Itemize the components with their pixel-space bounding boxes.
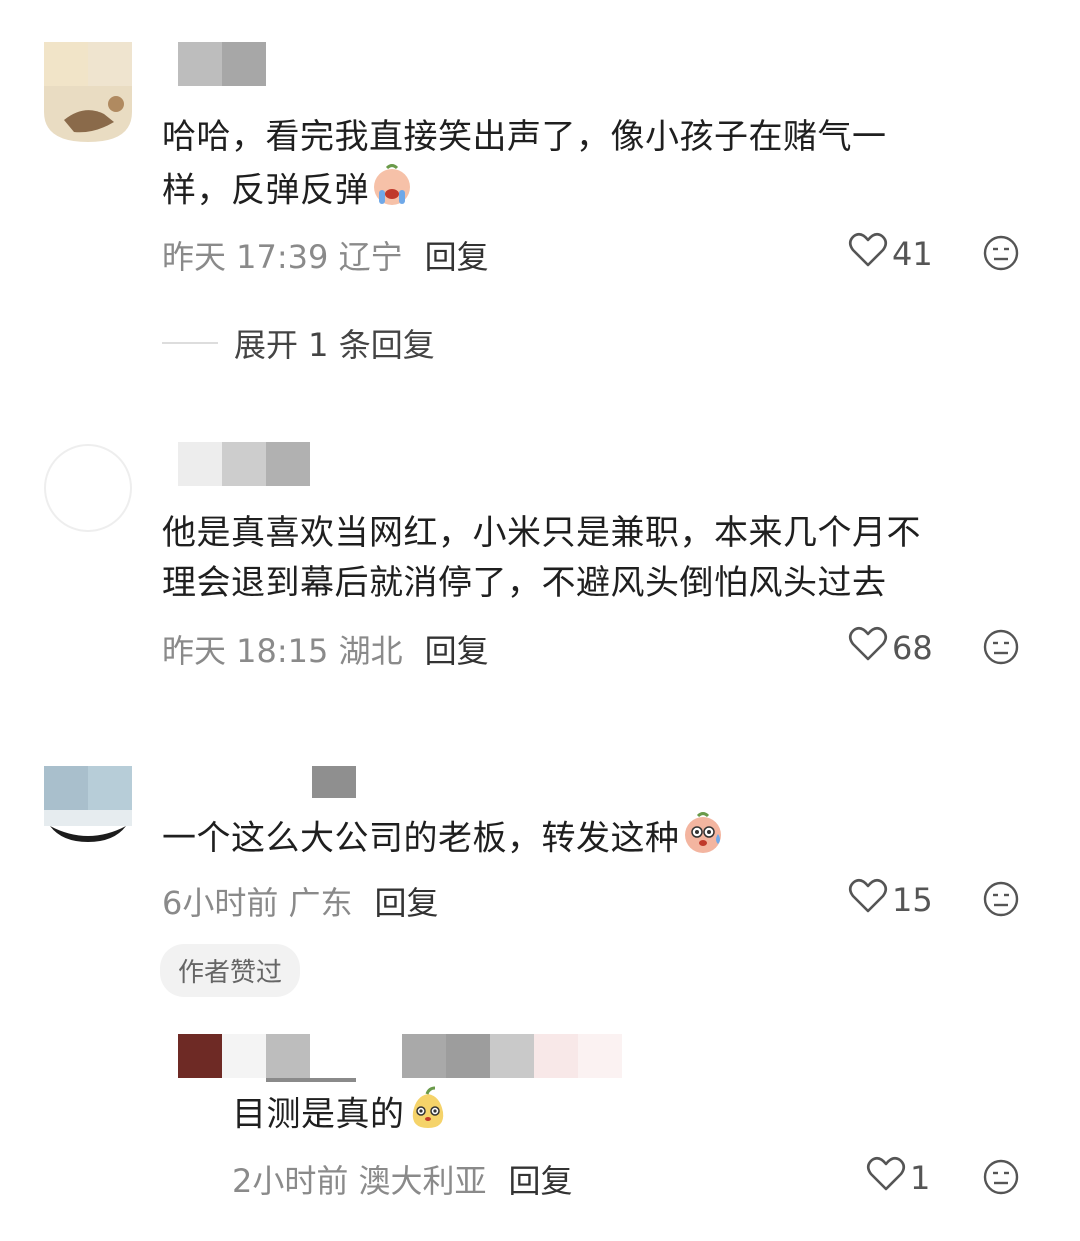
- avatar[interactable]: [44, 438, 132, 538]
- username-mosaic[interactable]: [312, 766, 356, 798]
- reply-meta: 2小时前 澳大利亚 回复: [232, 1156, 573, 1202]
- comment-meta: 6小时前 广东 回复: [162, 878, 439, 924]
- like-count: 41: [892, 235, 933, 273]
- heart-outline-icon: [848, 626, 892, 670]
- like-count: 68: [892, 629, 933, 667]
- expand-replies-button[interactable]: 展开 1 条回复: [162, 320, 435, 366]
- heart-outline-icon: [848, 878, 892, 922]
- avatar[interactable]: [44, 766, 132, 866]
- reply-button[interactable]: 回复: [425, 632, 489, 670]
- like-count: 15: [892, 881, 933, 919]
- reply-button[interactable]: 回复: [375, 884, 439, 922]
- username-mosaic[interactable]: [178, 42, 266, 86]
- comment-meta: 昨天 17:39 辽宁 回复: [162, 232, 489, 278]
- like-button[interactable]: 1: [866, 1156, 930, 1200]
- crying-face-emoji-icon: [369, 162, 415, 222]
- pear-face-emoji-icon: [405, 1086, 451, 1146]
- timestamp-location: 6小时前 广东: [162, 884, 353, 922]
- sweating-face-emoji-icon: [680, 810, 726, 870]
- reply-button[interactable]: 回复: [509, 1162, 573, 1200]
- timestamp-location: 2小时前 澳大利亚: [232, 1162, 487, 1200]
- reply-username-mosaic[interactable]: [178, 1034, 310, 1078]
- author-liked-badge: 作者赞过: [160, 944, 301, 997]
- reply-target-mosaic[interactable]: [402, 1034, 622, 1078]
- reply-text: 目测是真的: [232, 1086, 1032, 1146]
- comment-text: 哈哈，看完我直接笑出声了，像小孩子在赌气一 样，反弹反弹: [162, 112, 1042, 222]
- heart-outline-icon: [848, 232, 892, 276]
- heart-outline-icon: [866, 1156, 910, 1200]
- reply-button[interactable]: 回复: [425, 238, 489, 276]
- dislike-button[interactable]: [982, 628, 1020, 670]
- neutral-face-icon: [982, 629, 1020, 670]
- timestamp-location: 昨天 18:15 湖北: [162, 632, 403, 670]
- avatar[interactable]: [44, 42, 132, 142]
- comment-text: 他是真喜欢当网红，小米只是兼职，本来几个月不 理会退到幕后就消停了，不避风头倒怕…: [162, 513, 921, 603]
- neutral-face-icon: [982, 1159, 1020, 1200]
- reply-username-underline: [266, 1078, 356, 1082]
- dislike-button[interactable]: [982, 1158, 1020, 1200]
- divider: [162, 342, 218, 344]
- like-button[interactable]: 15: [848, 878, 933, 922]
- like-button[interactable]: 68: [848, 626, 933, 670]
- neutral-face-icon: [982, 235, 1020, 276]
- dislike-button[interactable]: [982, 234, 1020, 276]
- like-button[interactable]: 41: [848, 232, 933, 276]
- like-count: 1: [910, 1159, 931, 1197]
- dislike-button[interactable]: [982, 880, 1020, 922]
- neutral-face-icon: [982, 881, 1020, 922]
- comment-meta: 昨天 18:15 湖北 回复: [162, 626, 489, 672]
- expand-label: 展开 1 条回复: [234, 326, 435, 364]
- timestamp-location: 昨天 17:39 辽宁: [162, 238, 403, 276]
- comment-text: 一个这么大公司的老板，转发这种: [162, 810, 1042, 870]
- username-mosaic[interactable]: [178, 442, 310, 486]
